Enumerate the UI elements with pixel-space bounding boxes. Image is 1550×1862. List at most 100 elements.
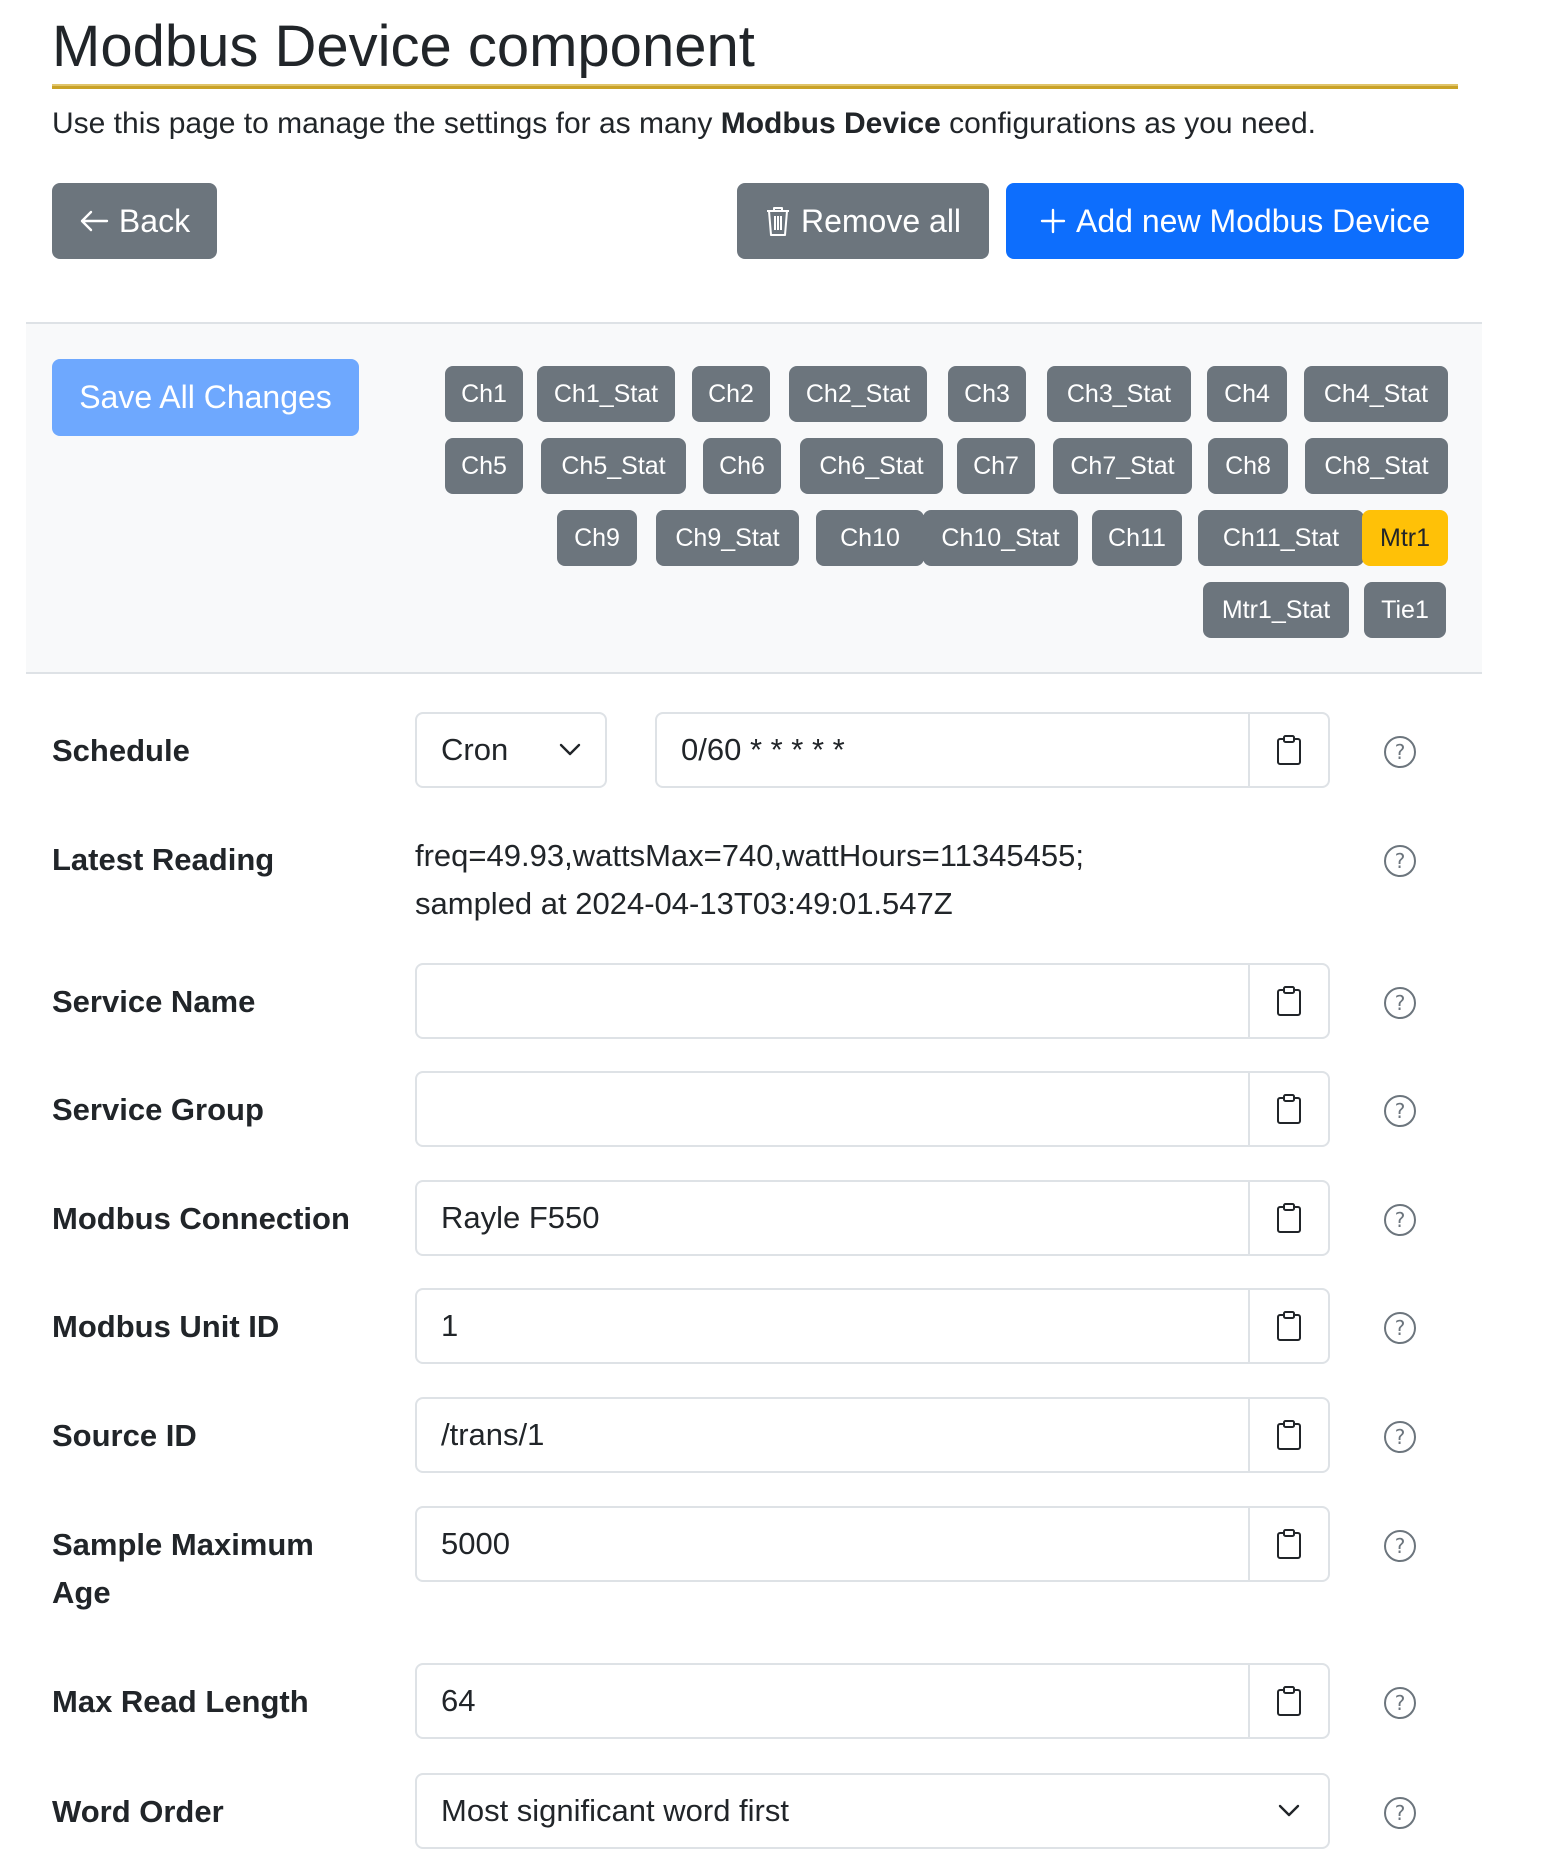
sample-max-age-clipboard-button[interactable] — [1248, 1508, 1328, 1580]
modbus-connection-clipboard-button[interactable] — [1248, 1182, 1328, 1254]
schedule-clipboard-button[interactable] — [1248, 714, 1328, 786]
word-order-select[interactable]: Most significant word first — [415, 1773, 1330, 1849]
component-chip[interactable]: Ch3_Stat — [1047, 366, 1191, 422]
question-circle-icon[interactable]: ? — [1383, 1796, 1417, 1830]
component-chip[interactable]: Mtr1_Stat — [1203, 582, 1349, 638]
page-intro: Use this page to manage the settings for… — [52, 104, 1316, 144]
question-circle-icon[interactable]: ? — [1383, 1311, 1417, 1345]
service-group-field[interactable] — [415, 1071, 1330, 1147]
schedule-type-select[interactable]: Cron — [415, 712, 607, 788]
source-id-clipboard-button[interactable] — [1248, 1399, 1328, 1471]
save-all-changes-button[interactable]: Save All Changes — [52, 359, 359, 436]
clipboard-icon — [1277, 1420, 1301, 1450]
component-chip[interactable]: Ch5 — [445, 438, 523, 494]
intro-suffix: configurations as you need. — [940, 107, 1317, 140]
svg-text:?: ? — [1395, 1208, 1406, 1232]
svg-text:?: ? — [1395, 1801, 1406, 1825]
service-group-clipboard-button[interactable] — [1248, 1073, 1328, 1145]
clipboard-icon — [1277, 1094, 1301, 1124]
question-circle-icon[interactable]: ? — [1383, 1094, 1417, 1128]
clipboard-icon — [1277, 1686, 1301, 1716]
component-chip[interactable]: Ch8_Stat — [1305, 438, 1448, 494]
component-chip[interactable]: Ch2 — [692, 366, 770, 422]
max-read-length-value: 64 — [441, 1683, 476, 1718]
remove-all-label: Remove all — [800, 202, 962, 239]
component-chip[interactable]: Tie1 — [1364, 582, 1446, 638]
component-chip[interactable]: Ch7 — [957, 438, 1035, 494]
modbus-unit-id-value: 1 — [441, 1308, 459, 1343]
remove-all-button[interactable]: Remove all — [737, 183, 989, 259]
component-chip[interactable]: Ch2_Stat — [789, 366, 927, 422]
service-name-field[interactable] — [415, 963, 1330, 1039]
schedule-type-value: Cron — [441, 732, 509, 767]
component-chip[interactable]: Ch1_Stat — [537, 366, 675, 422]
question-circle-icon[interactable]: ? — [1383, 986, 1417, 1020]
service-name-clipboard-button[interactable] — [1248, 965, 1328, 1037]
component-chip[interactable]: Ch11_Stat — [1198, 510, 1364, 566]
sample-max-age-label-line1: Sample Maximum — [52, 1527, 314, 1562]
clipboard-icon — [1277, 986, 1301, 1016]
question-circle-icon[interactable]: ? — [1383, 1203, 1417, 1237]
question-circle-icon[interactable]: ? — [1383, 1686, 1417, 1720]
svg-text:?: ? — [1395, 1691, 1406, 1715]
question-circle-icon[interactable]: ? — [1383, 844, 1417, 878]
add-new-device-button[interactable]: Add new Modbus Device — [1006, 183, 1464, 259]
latest-reading-value: freq=49.93,wattsMax=740,wattHours=113454… — [415, 832, 1084, 928]
component-chip[interactable]: Ch4_Stat — [1304, 366, 1448, 422]
question-circle-icon[interactable]: ? — [1383, 735, 1417, 769]
clipboard-icon — [1277, 1203, 1301, 1233]
sample-max-age-field[interactable]: 5000 — [415, 1506, 1330, 1582]
max-read-length-clipboard-button[interactable] — [1248, 1665, 1328, 1737]
latest-reading-line1: freq=49.93,wattsMax=740,wattHours=113454… — [415, 838, 1084, 873]
source-id-field[interactable]: /trans/1 — [415, 1397, 1330, 1473]
svg-text:?: ? — [1395, 1425, 1406, 1449]
modbus-unit-id-field[interactable]: 1 — [415, 1288, 1330, 1364]
save-label: Save All Changes — [79, 379, 332, 415]
component-chip[interactable]: Ch3 — [948, 366, 1026, 422]
clipboard-icon — [1277, 1311, 1301, 1341]
schedule-cron-value: 0/60 * * * * * — [681, 732, 845, 767]
plus-icon — [1040, 208, 1066, 234]
word-order-label: Word Order — [52, 1794, 224, 1829]
trash-icon — [766, 207, 789, 236]
component-chip[interactable]: Ch6_Stat — [800, 438, 943, 494]
source-id-label: Source ID — [52, 1418, 197, 1453]
component-chip[interactable]: Ch8 — [1208, 438, 1288, 494]
max-read-length-label: Max Read Length — [52, 1684, 309, 1719]
page-title: Modbus Device component — [52, 12, 1458, 89]
component-chip[interactable]: Ch9 — [557, 510, 637, 566]
component-chip[interactable]: Ch7_Stat — [1053, 438, 1192, 494]
latest-reading-line2: sampled at 2024-04-13T03:49:01.547Z — [415, 886, 953, 921]
schedule-label: Schedule — [52, 733, 190, 768]
back-button[interactable]: Back — [52, 183, 217, 259]
max-read-length-field[interactable]: 64 — [415, 1663, 1330, 1739]
sample-max-age-value: 5000 — [441, 1526, 510, 1561]
component-chip[interactable]: Ch4 — [1207, 366, 1287, 422]
component-chip[interactable]: Ch5_Stat — [541, 438, 686, 494]
component-chip[interactable]: Mtr1 — [1362, 510, 1448, 566]
sample-max-age-label-line2: Age — [52, 1575, 111, 1610]
component-chip[interactable]: Ch6 — [703, 438, 781, 494]
intro-prefix: Use this page to manage the settings for… — [52, 107, 721, 140]
modbus-unit-id-clipboard-button[interactable] — [1248, 1290, 1328, 1362]
component-chip[interactable]: Ch9_Stat — [656, 510, 799, 566]
svg-text:?: ? — [1395, 740, 1406, 764]
clipboard-icon — [1277, 735, 1301, 765]
service-group-label: Service Group — [52, 1092, 264, 1127]
chevron-down-icon — [559, 743, 581, 756]
component-chip[interactable]: Ch10 — [816, 510, 924, 566]
component-chip[interactable]: Ch1 — [445, 366, 523, 422]
back-label: Back — [118, 202, 191, 239]
question-circle-icon[interactable]: ? — [1383, 1529, 1417, 1563]
intro-bold: Modbus Device — [720, 107, 941, 140]
modbus-connection-field[interactable]: Rayle F550 — [415, 1180, 1330, 1256]
sample-max-age-label: Sample Maximum Age — [52, 1521, 314, 1617]
component-chip[interactable]: Ch10_Stat — [923, 510, 1078, 566]
arrow-left-icon — [80, 210, 109, 232]
question-circle-icon[interactable]: ? — [1383, 1420, 1417, 1454]
modbus-connection-value: Rayle F550 — [441, 1200, 600, 1235]
svg-text:?: ? — [1395, 1316, 1406, 1340]
add-label: Add new Modbus Device — [1076, 202, 1430, 239]
schedule-cron-field[interactable]: 0/60 * * * * * — [655, 712, 1330, 788]
component-chip[interactable]: Ch11 — [1092, 510, 1182, 566]
